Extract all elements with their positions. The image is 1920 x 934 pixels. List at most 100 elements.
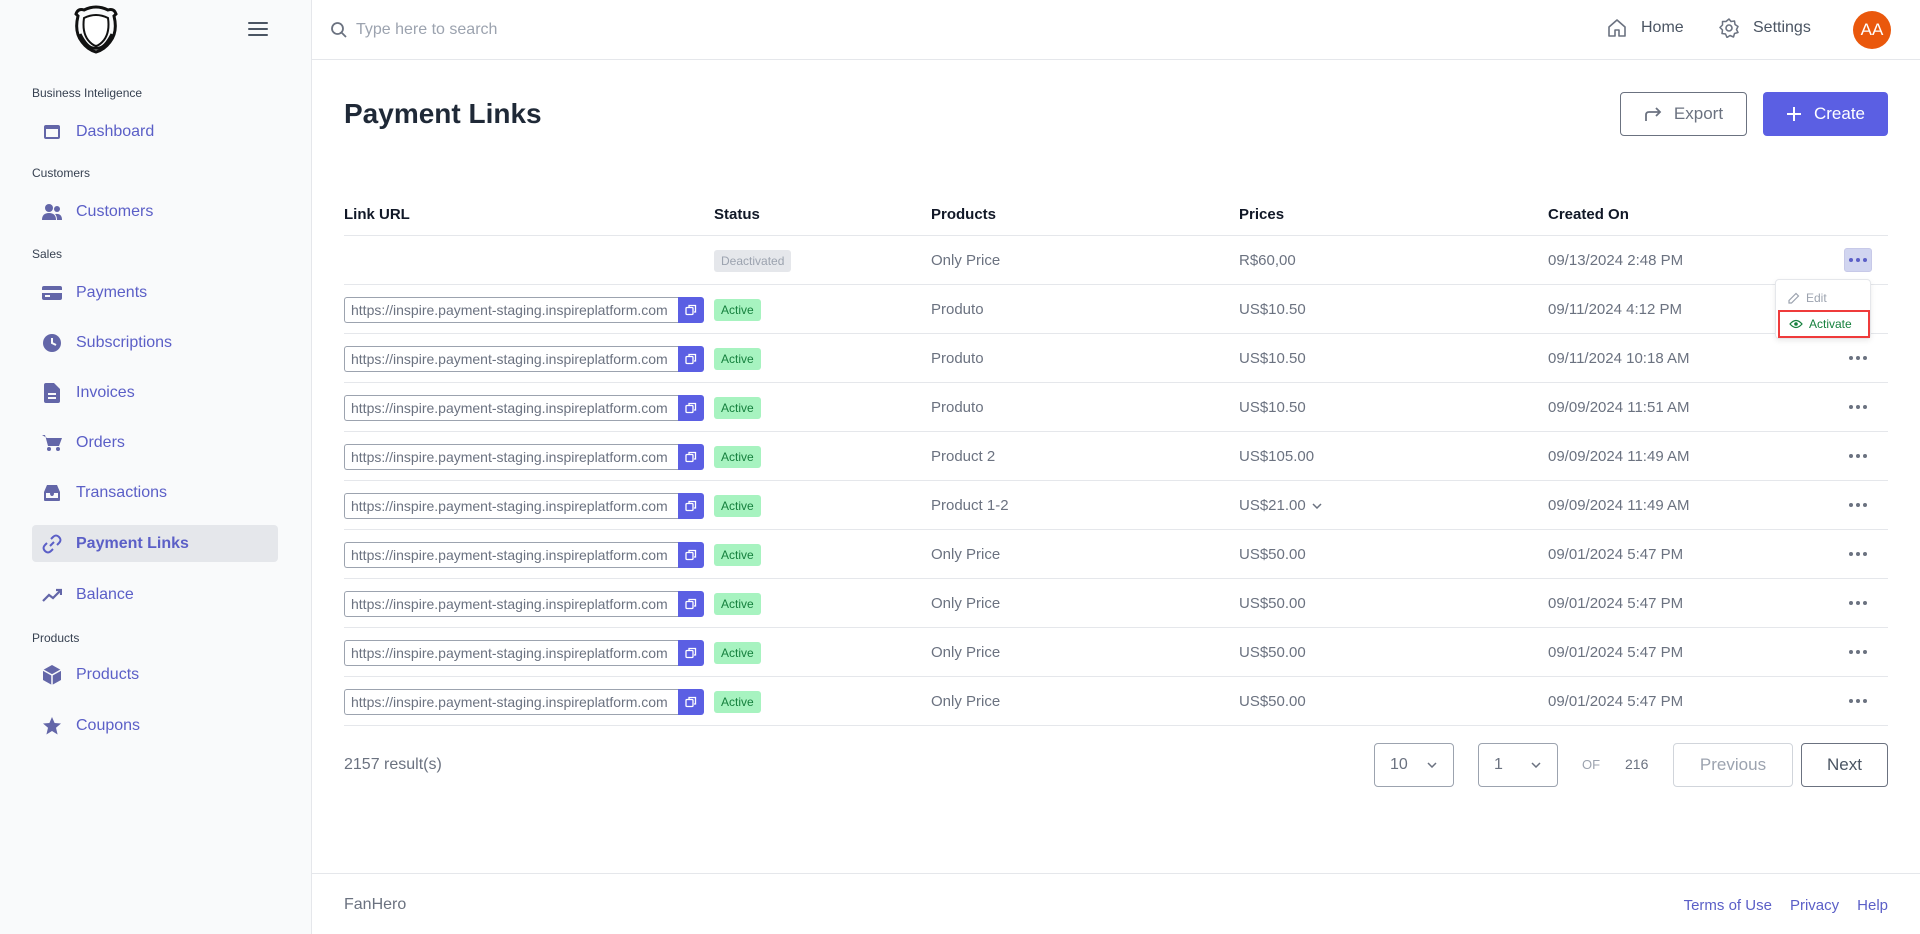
created-on: 09/11/2024 10:18 AM: [1548, 350, 1690, 367]
link-url-input[interactable]: https://inspire.payment-staging.inspirep…: [344, 346, 678, 372]
sidebar-item-orders[interactable]: Orders: [32, 424, 278, 461]
copy-icon: [685, 500, 697, 512]
copy-button[interactable]: [678, 297, 704, 323]
sidebar-item-products[interactable]: Products: [32, 656, 278, 693]
sidebar-item-payments[interactable]: Payments: [32, 274, 278, 311]
results-count: 2157 result(s): [344, 756, 442, 773]
status-badge: Active: [714, 396, 761, 419]
settings-link[interactable]: Settings: [1719, 18, 1811, 38]
price-cell[interactable]: US$21.00: [1239, 481, 1322, 530]
menu-item-activate[interactable]: Activate: [1778, 310, 1870, 338]
copy-button[interactable]: [678, 493, 704, 519]
sidebar-item-coupons[interactable]: Coupons: [32, 707, 278, 744]
search-input[interactable]: [356, 16, 956, 44]
copy-button[interactable]: [678, 689, 704, 715]
dashboard-icon: [42, 122, 62, 142]
sidebar-item-payment-links[interactable]: Payment Links: [32, 525, 278, 562]
created-on: 09/09/2024 11:51 AM: [1548, 399, 1690, 416]
link-url-field: https://inspire.payment-staging.inspirep…: [344, 493, 704, 519]
credit-card-icon: [42, 283, 62, 303]
copy-button[interactable]: [678, 395, 704, 421]
menu-toggle-icon[interactable]: [246, 18, 270, 42]
price-value: US$50.00: [1239, 546, 1306, 563]
page-number-select[interactable]: 1: [1478, 743, 1558, 787]
table-header: Link URL Status Products Prices Created …: [344, 196, 1888, 236]
price-value: US$50.00: [1239, 693, 1306, 710]
sidebar-item-label: Invoices: [76, 383, 135, 401]
sidebar-item-subscriptions[interactable]: Subscriptions: [32, 324, 278, 361]
shield-logo-icon[interactable]: [68, 4, 124, 54]
plus-icon: [1786, 107, 1801, 121]
status-badge: Active: [714, 641, 761, 664]
avatar[interactable]: AA: [1853, 11, 1891, 49]
help-link[interactable]: Help: [1857, 897, 1888, 914]
sidebar-item-transactions[interactable]: Transactions: [32, 474, 278, 511]
home-label: Home: [1641, 19, 1684, 36]
more-actions-icon[interactable]: [1844, 640, 1872, 664]
nav-section-title: Customers: [32, 166, 91, 180]
link-url-input[interactable]: https://inspire.payment-staging.inspirep…: [344, 640, 678, 666]
sidebar-item-invoices[interactable]: Invoices: [32, 374, 278, 411]
more-actions-icon[interactable]: [1844, 591, 1872, 615]
status-badge: Active: [714, 298, 761, 321]
link-url-field: https://inspire.payment-staging.inspirep…: [344, 297, 704, 323]
price-cell: US$50.00: [1239, 530, 1306, 579]
chevron-down-icon: [1312, 502, 1322, 509]
copy-icon: [685, 402, 697, 414]
previous-button[interactable]: Previous: [1673, 743, 1793, 787]
page-size-select[interactable]: 10: [1374, 743, 1454, 787]
chevron-down-icon: [1531, 762, 1541, 768]
link-url-input[interactable]: https://inspire.payment-staging.inspirep…: [344, 493, 678, 519]
menu-item-label: Edit: [1806, 291, 1827, 305]
link-url-input[interactable]: https://inspire.payment-staging.inspirep…: [344, 591, 678, 617]
status-badge: Active: [714, 494, 761, 517]
link-url-input[interactable]: https://inspire.payment-staging.inspirep…: [344, 297, 678, 323]
sidebar-item-label: Transactions: [76, 483, 167, 501]
price-value: US$10.50: [1239, 301, 1306, 318]
table-row: https://inspire.payment-staging.inspirep…: [344, 285, 1888, 334]
sidebar-item-customers[interactable]: Customers: [32, 193, 278, 230]
export-button[interactable]: Export: [1620, 92, 1747, 136]
table-row: https://inspire.payment-staging.inspirep…: [344, 334, 1888, 383]
gear-icon: [1719, 18, 1739, 38]
copy-button[interactable]: [678, 444, 704, 470]
of-label: OF: [1582, 757, 1601, 772]
link-url-input[interactable]: https://inspire.payment-staging.inspirep…: [344, 444, 678, 470]
table-body: Deactivated Only Price R$60,00 09/13/2024 2…: [344, 236, 1888, 726]
created-on: 09/01/2024 5:47 PM: [1548, 546, 1684, 563]
create-button[interactable]: Create: [1763, 92, 1888, 136]
status-badge: Active: [714, 347, 761, 370]
link-url-input[interactable]: https://inspire.payment-staging.inspirep…: [344, 395, 678, 421]
price-cell: US$10.50: [1239, 383, 1306, 432]
sidebar-item-label: Subscriptions: [76, 333, 173, 351]
table-row: https://inspire.payment-staging.inspirep…: [344, 383, 1888, 432]
copy-button[interactable]: [678, 591, 704, 617]
created-on: 09/01/2024 5:47 PM: [1548, 644, 1684, 661]
table-row: https://inspire.payment-staging.inspirep…: [344, 677, 1888, 726]
menu-item-edit[interactable]: Edit: [1776, 286, 1870, 310]
terms-link[interactable]: Terms of Use: [1684, 897, 1772, 914]
sidebar-item-balance[interactable]: Balance: [32, 576, 278, 613]
more-actions-icon[interactable]: [1844, 493, 1872, 517]
created-on: 09/13/2024 2:48 PM: [1548, 252, 1684, 269]
link-url-input[interactable]: https://inspire.payment-staging.inspirep…: [344, 542, 678, 568]
more-actions-icon[interactable]: [1844, 395, 1872, 419]
more-actions-icon[interactable]: [1844, 248, 1872, 272]
copy-button[interactable]: [678, 542, 704, 568]
more-actions-icon[interactable]: [1844, 689, 1872, 713]
row-actions-menu: Edit Activate: [1775, 279, 1871, 339]
table-row: https://inspire.payment-staging.inspirep…: [344, 579, 1888, 628]
link-url-input[interactable]: https://inspire.payment-staging.inspirep…: [344, 689, 678, 715]
next-button[interactable]: Next: [1801, 743, 1888, 787]
link-icon: [42, 534, 62, 554]
sidebar-item-dashboard[interactable]: Dashboard: [32, 113, 278, 150]
more-actions-icon[interactable]: [1844, 542, 1872, 566]
trending-up-icon: [42, 585, 62, 605]
more-actions-icon[interactable]: [1844, 346, 1872, 370]
privacy-link[interactable]: Privacy: [1790, 897, 1839, 914]
more-actions-icon[interactable]: [1844, 444, 1872, 468]
price-value: R$60,00: [1239, 252, 1296, 269]
copy-button[interactable]: [678, 346, 704, 372]
home-link[interactable]: Home: [1607, 18, 1684, 38]
copy-button[interactable]: [678, 640, 704, 666]
